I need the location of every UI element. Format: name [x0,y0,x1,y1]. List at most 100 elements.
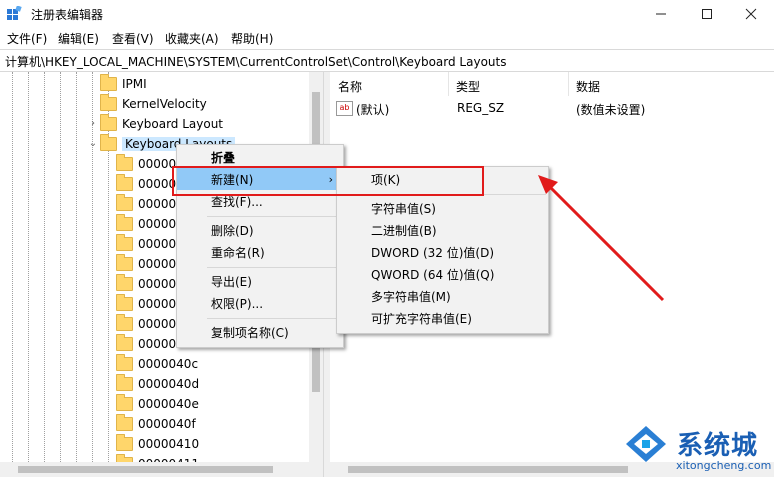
close-icon [745,8,757,19]
minimize-button[interactable] [638,0,684,27]
folder-icon [116,354,133,371]
menu-item-label: 权限(P)... [211,296,264,311]
tree-guide-line [28,72,29,462]
folder-icon [100,134,117,151]
menu-favorites[interactable]: 收藏夹(A) [165,30,219,47]
tree-node-child[interactable]: 000004 [116,254,184,274]
menu-item-label: 导出(E) [211,274,252,289]
tree-node-label: 0000040c [138,357,199,371]
tree-node-kernelvelocity[interactable]: KernelVelocity [100,94,207,114]
tree-node-child[interactable]: 000004 [116,334,184,354]
tree-guide-line [60,72,61,462]
folder-icon [116,194,133,211]
maximize-button[interactable] [684,0,730,27]
menu-item-label: 多字符串值(M) [371,289,451,304]
menu-view[interactable]: 查看(V) [112,30,154,47]
address-bar[interactable]: 计算机\HKEY_LOCAL_MACHINE\SYSTEM\CurrentCon… [0,49,774,72]
minimize-icon [656,13,666,14]
menu-help[interactable]: 帮助(H) [231,30,273,47]
chevron-down-icon[interactable]: ⌄ [88,139,98,149]
annotation-arrow-icon [538,175,665,302]
menu-item-collapse[interactable]: 折叠 [177,146,343,168]
menu-separator [207,216,341,217]
folder-icon [116,234,133,251]
column-header-data[interactable]: 数据 [576,78,600,95]
scrollbar-thumb[interactable] [18,466,273,473]
regedit-icon [7,6,22,20]
tree-node-child[interactable]: 000004 [116,194,184,214]
folder-icon [116,154,133,171]
tree-node-label: 0000040e [138,397,199,411]
tree-node-child[interactable]: 0000040f [116,414,196,434]
folder-icon [116,434,133,451]
column-header-name[interactable]: 名称 [338,78,362,95]
menu-file[interactable]: 文件(F) [7,30,47,47]
folder-icon [116,314,133,331]
column-header-type[interactable]: 类型 [456,78,480,95]
folder-icon [116,294,133,311]
tree-guide-line [44,72,45,462]
menu-separator [207,267,341,268]
menu-item-label: 重命名(R) [211,245,265,260]
value-data: (数值未设置) [576,103,646,117]
menu-item-export[interactable]: 导出(E) [177,270,343,292]
menu-item-rename[interactable]: 重命名(R) [177,241,343,263]
menu-item-permissions[interactable]: 权限(P)... [177,292,343,314]
menu-item-label: 复制项名称(C) [211,325,289,340]
chevron-right-icon[interactable]: › [88,119,98,129]
tree-horizontal-scrollbar[interactable] [0,462,323,477]
tree-node-label: Keyboard Layout [122,117,224,131]
tree-node-child[interactable]: 0000040c [116,354,198,374]
folder-icon [100,114,117,131]
menu-item-label: 删除(D) [211,223,254,238]
tree-node-label: 00000410 [138,437,200,451]
menu-item-label: DWORD (32 位)值(D) [371,245,494,260]
tree-node-label: 0000040f [138,417,196,431]
menu-item-label: 字符串值(S) [371,201,436,216]
value-name: (默认) [356,103,390,117]
menu-edit[interactable]: 编辑(E) [58,30,99,47]
tree-node-child[interactable]: 000004 [116,274,184,294]
watermark-brand: 系统城 [677,431,759,461]
folder-icon [100,74,117,91]
folder-icon [116,254,133,271]
close-button[interactable] [728,0,774,27]
title-bar: 注册表编辑器 [0,0,774,27]
scrollbar-thumb[interactable] [348,466,628,473]
menu-item-copy-key-name[interactable]: 复制项名称(C) [177,321,343,343]
list-header: 名称 类型 数据 [330,72,774,96]
address-path[interactable]: 计算机\HKEY_LOCAL_MACHINE\SYSTEM\CurrentCon… [5,53,506,70]
string-value-icon: ab [336,101,353,116]
tree-guide-line [92,72,93,462]
tree-node-child[interactable]: 00000410 [116,434,199,454]
menu-item-label: 二进制值(B) [371,223,437,238]
list-row[interactable]: ab (默认) REG_SZ (数值未设置) [330,98,774,118]
tree-node-ipmi[interactable]: IPMI [100,74,147,94]
tree-node-child[interactable]: 0000040e [116,394,199,414]
tree-node-label: IPMI [122,77,147,91]
tree-node-child[interactable]: 000004 [116,294,184,314]
folder-icon [116,274,133,291]
folder-icon [116,174,133,191]
folder-icon [116,214,133,231]
tree-node-child[interactable]: 000004 [116,234,184,254]
menu-bar: 文件(F) 编辑(E) 查看(V) 收藏夹(A) 帮助(H) [0,27,774,48]
column-divider[interactable] [568,72,569,96]
menu-item-delete[interactable]: 删除(D) [177,219,343,241]
menu-separator [207,318,341,319]
column-divider[interactable] [448,72,449,96]
tree-node-keyboard-layout[interactable]: Keyboard Layout [100,114,223,134]
tree-node-child[interactable]: 000004 [116,314,184,334]
folder-icon [116,394,133,411]
tree-node-child[interactable]: 0000040d [116,374,199,394]
watermark-url: xitongcheng.com [676,459,772,472]
menu-item-new-expandable-string[interactable]: 可扩充字符串值(E) [337,307,548,329]
menu-item-label: 可扩充字符串值(E) [371,311,472,326]
tree-guide-line [12,72,13,462]
folder-icon [116,414,133,431]
tree-node-child[interactable]: 000004 [116,214,184,234]
window-title: 注册表编辑器 [31,8,104,22]
tree-node-child[interactable]: 00000411 [116,454,199,462]
maximize-icon [702,8,712,19]
annotation-highlight-box [172,166,484,196]
